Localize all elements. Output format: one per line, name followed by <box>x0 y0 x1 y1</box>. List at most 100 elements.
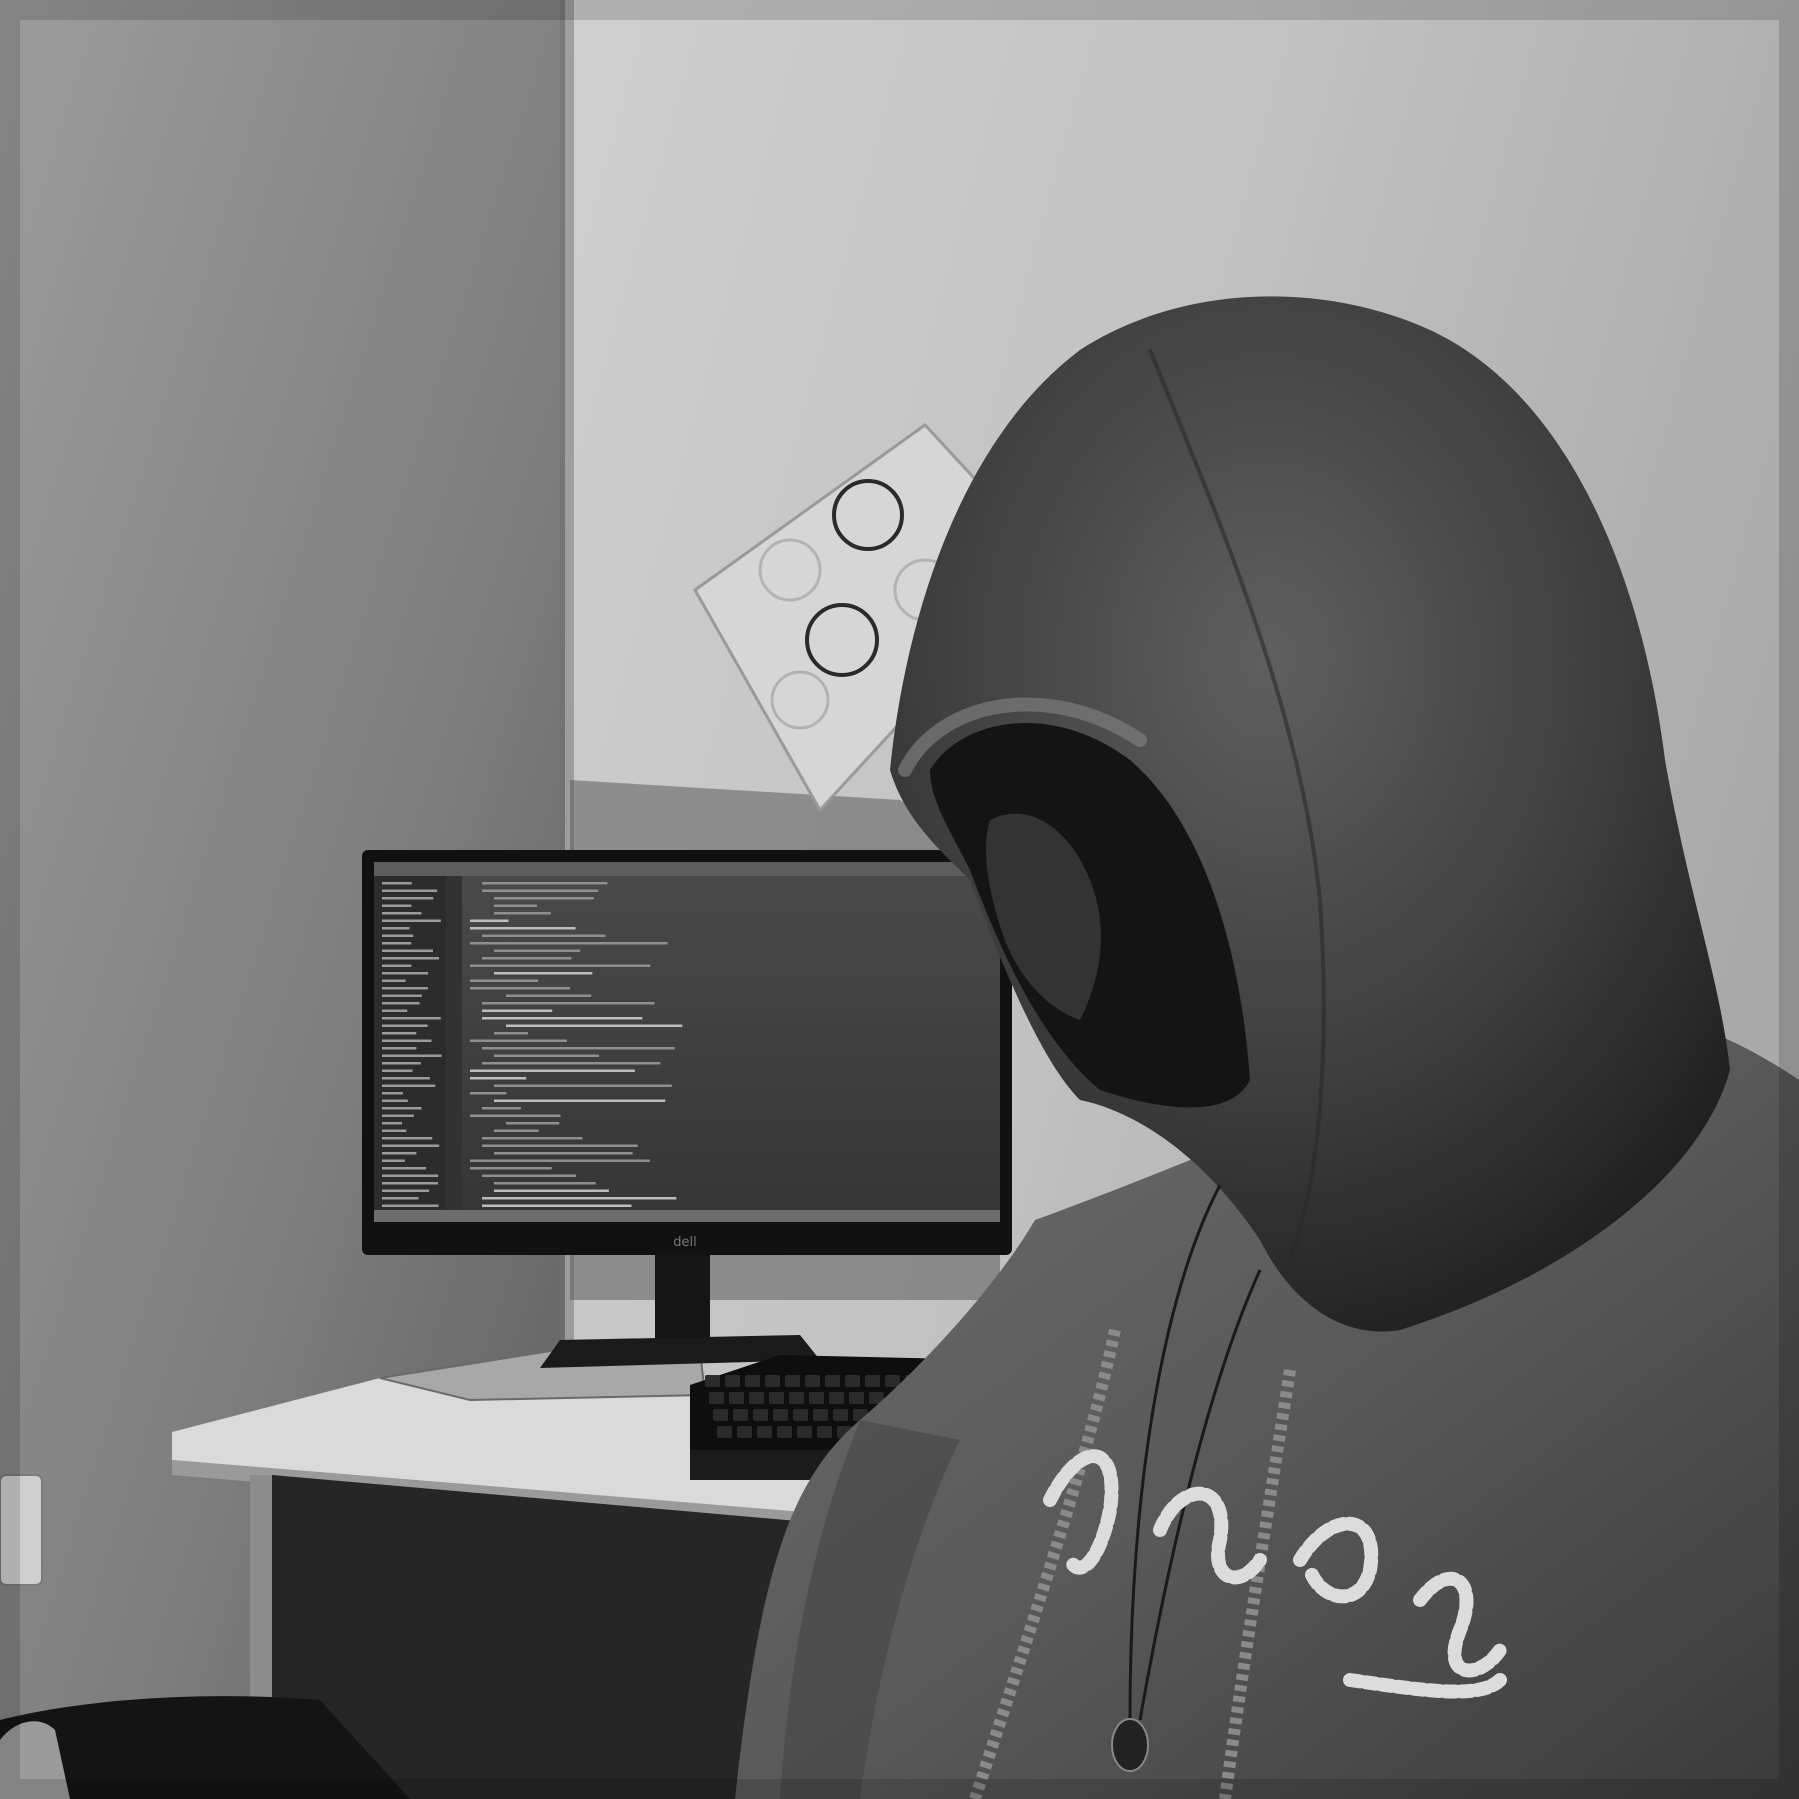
code-line <box>494 1099 666 1102</box>
keyboard-key <box>885 1375 900 1387</box>
file-tree-line <box>382 1189 430 1192</box>
file-tree-line <box>382 942 412 945</box>
keyboard-key <box>797 1426 812 1438</box>
keyboard-key <box>709 1392 724 1404</box>
keyboard-key <box>829 1392 844 1404</box>
code-line <box>506 1122 560 1125</box>
file-tree-line <box>382 949 433 952</box>
keyboard-key <box>769 1392 784 1404</box>
keyboard-key <box>713 1409 728 1421</box>
file-tree-line <box>382 1099 408 1102</box>
monitor: dell <box>362 850 1012 1255</box>
code-line <box>482 889 599 892</box>
file-tree-line <box>382 1182 438 1185</box>
code-line <box>470 1092 507 1095</box>
code-line <box>482 1017 643 1020</box>
code-line <box>482 1062 661 1065</box>
code-line <box>494 1032 529 1035</box>
code-line <box>470 1069 635 1072</box>
keyboard-key <box>705 1375 720 1387</box>
file-tree-line <box>382 1152 417 1155</box>
file-tree-line <box>382 957 440 960</box>
file-tree-line <box>382 1039 432 1042</box>
keyboard-key <box>733 1409 748 1421</box>
file-tree-line <box>382 934 414 937</box>
file-tree-line <box>382 987 428 990</box>
file-tree-line <box>382 1137 433 1140</box>
file-tree-line <box>382 1174 439 1177</box>
code-line <box>494 1129 539 1132</box>
code-line <box>494 1152 633 1155</box>
file-tree-line <box>382 1054 442 1057</box>
keyboard-key <box>757 1426 772 1438</box>
file-tree-line <box>382 1009 408 1012</box>
keyboard-key <box>753 1409 768 1421</box>
code-line <box>494 1084 672 1087</box>
code-line <box>470 979 539 982</box>
code-line <box>482 957 572 960</box>
keyboard-key <box>749 1392 764 1404</box>
file-tree-line <box>382 1122 403 1125</box>
code-line <box>482 1174 577 1177</box>
code-line <box>482 1137 583 1140</box>
code-line <box>470 919 509 922</box>
file-tree-line <box>382 1159 405 1162</box>
code-line <box>506 1024 683 1027</box>
file-tree-line <box>382 919 441 922</box>
keyboard-key <box>817 1426 832 1438</box>
code-line <box>494 949 581 952</box>
file-tree-line <box>382 1024 428 1027</box>
keyboard-key <box>785 1375 800 1387</box>
code-line <box>482 1144 638 1147</box>
earphone <box>1111 1718 1149 1772</box>
code-line <box>494 897 594 900</box>
file-tree-line <box>382 927 410 930</box>
keyboard-key <box>765 1375 780 1387</box>
file-tree-line <box>382 1084 436 1087</box>
file-tree-line <box>382 904 412 907</box>
file-tree-line <box>382 1167 427 1170</box>
keyboard-key <box>845 1375 860 1387</box>
keyboard-key <box>729 1392 744 1404</box>
file-tree-line <box>382 1114 414 1117</box>
keyboard-key <box>737 1426 752 1438</box>
file-tree-line <box>382 1069 413 1072</box>
file-tree-line <box>382 994 422 997</box>
file-tree-line <box>382 979 406 982</box>
keyboard-key <box>849 1392 864 1404</box>
keyboard-key <box>725 1375 740 1387</box>
keyboard-key <box>789 1392 804 1404</box>
monitor-screen <box>374 862 1000 1222</box>
code-line <box>470 942 668 945</box>
file-tree-line <box>382 1017 441 1020</box>
file-tree-line <box>382 1002 420 1005</box>
keyboard-key <box>793 1409 808 1421</box>
keyboard-key <box>773 1409 788 1421</box>
keyboard-key <box>825 1375 840 1387</box>
code-line <box>482 1002 655 1005</box>
code-line <box>470 1039 567 1042</box>
monitor-brand: dell <box>673 1235 696 1250</box>
code-line <box>470 927 576 930</box>
keyboard-key <box>777 1426 792 1438</box>
file-tree-line <box>382 912 422 915</box>
file-tree-line <box>382 1144 440 1147</box>
keyboard-key <box>833 1409 848 1421</box>
code-line <box>470 1167 552 1170</box>
photo-illustration: dell <box>0 0 1799 1799</box>
file-tree-line <box>382 882 412 885</box>
file-tree-line <box>382 964 412 967</box>
photo-scene: dell <box>0 0 1799 1799</box>
file-tree-line <box>382 1077 430 1080</box>
file-tree-line <box>382 1197 419 1200</box>
code-line <box>506 994 592 997</box>
code-line <box>482 934 606 937</box>
code-line <box>470 1077 527 1080</box>
code-line <box>482 882 608 885</box>
keyboard-key <box>805 1375 820 1387</box>
keyboard-key <box>745 1375 760 1387</box>
code-line <box>494 1189 609 1192</box>
file-tree-line <box>382 1092 403 1095</box>
file-tree-line <box>382 972 429 975</box>
keyboard-key <box>717 1426 732 1438</box>
